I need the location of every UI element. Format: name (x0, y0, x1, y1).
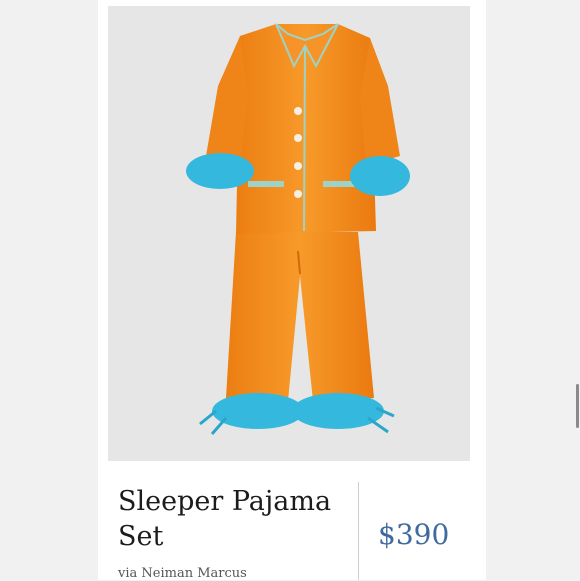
background-left (0, 0, 98, 580)
product-title[interactable]: Sleeper Pajama Set (118, 484, 343, 554)
product-photo[interactable] (108, 6, 470, 461)
divider (358, 482, 359, 580)
scrollbar-thumb[interactable] (576, 384, 579, 428)
pajama-set-image (186, 23, 410, 435)
product-card[interactable]: Sleeper Pajama Set $390 via Neiman Marcu… (98, 0, 579, 581)
product-source[interactable]: via Neiman Marcus (118, 566, 247, 581)
product-price: $390 (378, 518, 450, 551)
background-right (486, 0, 580, 580)
